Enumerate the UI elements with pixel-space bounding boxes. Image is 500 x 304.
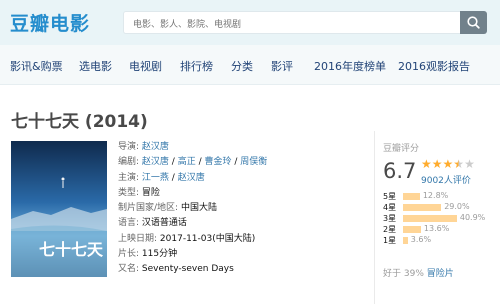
star-full-icon: ★: [431, 157, 443, 171]
rating-bar-row: 2星 13.6%: [383, 224, 500, 235]
rating-bar-label: 4星: [383, 203, 397, 212]
runtime-value: 115分钟: [141, 249, 178, 260]
top-bar: 豆瓣电影: [0, 0, 500, 45]
votes-link[interactable]: 9002人评价: [421, 173, 471, 186]
rating-bar-percent: 13.6%: [423, 224, 450, 233]
info-release: 上映日期: 2017-11-03(中国大陆): [118, 232, 267, 247]
cast-link[interactable]: 赵汉唐: [178, 173, 205, 183]
writer-label: 编剧:: [118, 157, 140, 168]
info-aka: 又名: Seventy-seven Days: [118, 262, 267, 277]
rating-bar-fill: [403, 215, 457, 222]
country-value: 中国大陆: [180, 203, 217, 214]
director-label: 导演:: [118, 142, 140, 152]
douban-movie-logo[interactable]: 豆瓣电影: [10, 9, 90, 36]
search-input[interactable]: [124, 14, 460, 36]
separator: /: [168, 172, 178, 183]
better-than-genre-link[interactable]: 冒险片: [427, 269, 454, 279]
release-value: 2017-11-03(中国大陆): [159, 233, 256, 244]
rating-bar-percent: 3.6%: [410, 235, 432, 244]
rating-bar-label: 2星: [383, 225, 397, 234]
country-label: 制片国家/地区:: [118, 203, 179, 214]
writer-link[interactable]: 赵汉唐: [142, 157, 169, 167]
rating-bar-row: 5星 12.8%: [383, 191, 500, 202]
movie-title: 七十七天 (2014): [11, 112, 148, 132]
rating-bar-percent: 40.9%: [459, 213, 486, 222]
rating-panel: 豆瓣评分 6.7 ★★★★★ 9002人评价 5星 12.8% 4星 29.0% 3星 4…: [374, 131, 500, 304]
rating-bar-label: 3星: [383, 214, 397, 223]
separator: /: [231, 157, 241, 168]
nav-item-annual-list[interactable]: 2016年度榜单: [314, 58, 386, 74]
info-genre: 类型: 冒险: [118, 186, 267, 201]
release-label: 上映日期:: [118, 233, 158, 244]
rating-bar-fill: [403, 226, 421, 233]
genre-label: 类型:: [118, 187, 140, 198]
rating-heading: 豆瓣评分: [383, 144, 420, 154]
rating-bar-fill: [403, 204, 442, 211]
search-box[interactable]: [123, 11, 460, 36]
movie-info: 导演: 赵汉唐 编剧: 赵汉唐 / 高正 / 曹金玲 / 周俣衡 主演: 江一燕…: [118, 140, 267, 278]
rating-bar-label: 1星: [383, 236, 397, 245]
search-button[interactable]: [460, 11, 487, 34]
aka-label: 又名:: [118, 264, 140, 275]
star-empty-icon: ★: [464, 157, 475, 171]
genre-value: 冒险: [141, 187, 160, 198]
rating-bar-label: 5星: [383, 192, 397, 201]
nav-item-reviews[interactable]: 影评: [271, 58, 293, 74]
rating-bar-row: 3星 40.9%: [383, 213, 500, 224]
star-half-icon: ★: [453, 157, 465, 171]
nav-item-charts[interactable]: 排行榜: [180, 58, 213, 74]
rating-stars: ★★★★★: [421, 157, 475, 171]
separator: /: [168, 157, 178, 168]
nav-item-showtimes[interactable]: 影讯&购票: [10, 58, 63, 74]
rating-bar-percent: 29.0%: [444, 202, 470, 211]
nav-item-annual-report[interactable]: 2016观影报告: [398, 58, 470, 74]
language-label: 语言:: [118, 218, 140, 229]
star-full-icon: ★: [442, 157, 454, 171]
nav-item-explore[interactable]: 选电影: [79, 58, 112, 74]
cast-label: 主演:: [118, 172, 140, 183]
rating-bar-fill: [403, 193, 420, 200]
search-icon: [467, 16, 480, 29]
nav-item-categories[interactable]: 分类: [231, 58, 253, 74]
info-runtime: 片长: 115分钟: [118, 247, 267, 262]
better-than-text: 好于 39%: [383, 269, 424, 279]
writer-link[interactable]: 周俣衡: [240, 157, 267, 167]
rating-bar-fill: [403, 237, 408, 244]
rating-bar-percent: 12.8%: [422, 191, 449, 200]
writer-link[interactable]: 曹金玲: [204, 157, 231, 167]
star-full-icon: ★: [421, 157, 432, 171]
rating-score: 6.7: [383, 159, 417, 183]
language-value: 汉语普通话: [141, 218, 187, 229]
movie-poster[interactable]: 七十七天: [11, 141, 107, 277]
director-link[interactable]: 赵汉唐: [142, 142, 169, 152]
info-language: 语言: 汉语普通话: [118, 216, 267, 231]
better-than: 好于 39% 冒险片: [383, 266, 454, 279]
nav-item-tv[interactable]: 电视剧: [129, 58, 162, 74]
rating-bar-row: 4星 29.0%: [383, 202, 500, 213]
info-country: 制片国家/地区: 中国大陆: [118, 201, 267, 216]
poster-title-text: 七十七天: [39, 240, 104, 259]
cast-link[interactable]: 江一燕: [142, 173, 169, 183]
aka-value: Seventy-seven Days: [141, 264, 234, 275]
rating-bar-row: 1星 3.6%: [383, 235, 500, 246]
writer-link[interactable]: 高正: [178, 157, 196, 167]
runtime-label: 片长:: [118, 249, 140, 260]
info-writers: 编剧: 赵汉唐 / 高正 / 曹金玲 / 周俣衡: [118, 155, 267, 170]
info-cast: 主演: 江一燕 / 赵汉唐: [118, 171, 267, 186]
info-director: 导演: 赵汉唐: [118, 140, 267, 155]
main-nav: 影讯&购票 选电影 电视剧 排行榜 分类 影评 2016年度榜单 2016观影报…: [0, 45, 500, 85]
